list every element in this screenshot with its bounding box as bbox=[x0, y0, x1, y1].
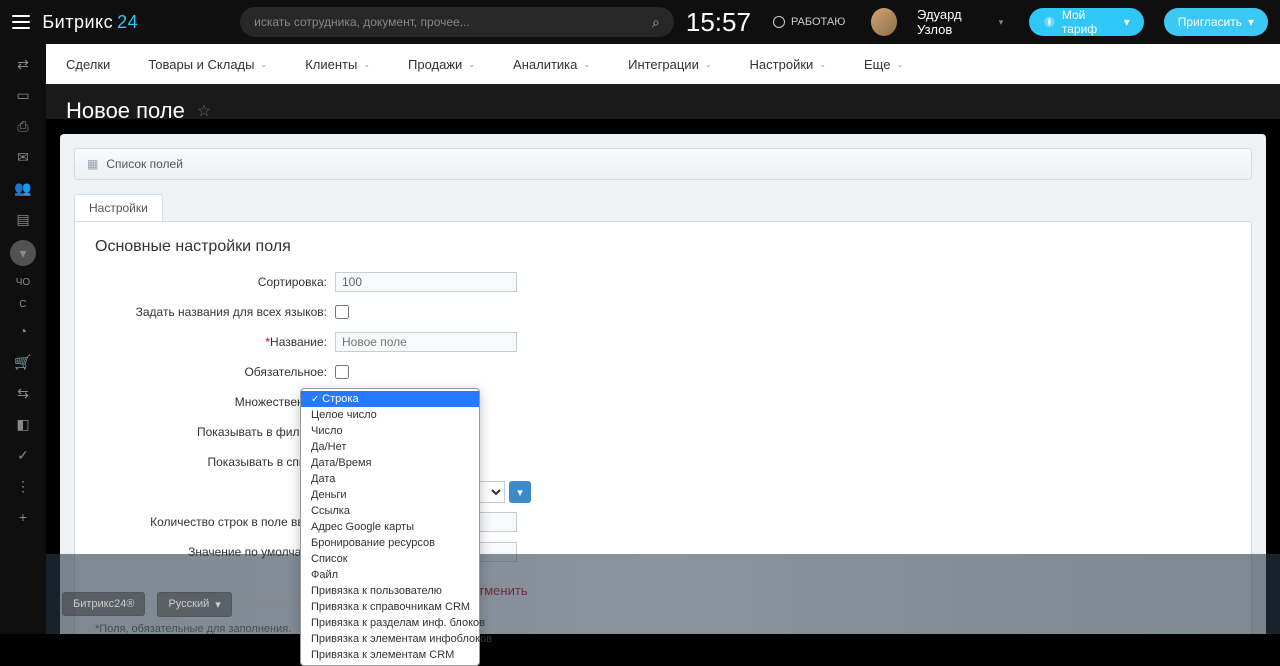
tab-settings[interactable]: Настройки bbox=[74, 194, 163, 221]
dropdown-option[interactable]: Да/Нет bbox=[301, 439, 479, 455]
sb-icon-people[interactable]: 👥 bbox=[13, 178, 33, 198]
logo[interactable]: Битрикс24 bbox=[42, 12, 138, 33]
dropdown-option[interactable]: Дата/Время bbox=[301, 455, 479, 471]
dropdown-option[interactable]: Дата bbox=[301, 471, 479, 487]
sb-icon-plus[interactable]: + bbox=[13, 507, 33, 527]
footer-badge[interactable]: Битрикс24® bbox=[62, 592, 145, 616]
label-name: *Название: bbox=[95, 335, 335, 349]
label-sort: Сортировка: bbox=[95, 275, 335, 289]
search-icon: ⌕ bbox=[652, 14, 660, 31]
username-menu[interactable]: Эдуард Узлов▾ bbox=[917, 7, 1003, 37]
chevron-down-icon: ▾ bbox=[1124, 15, 1130, 29]
dropdown-option[interactable]: Ссылка bbox=[301, 503, 479, 519]
chevron-down-icon: ⌄ bbox=[583, 60, 590, 69]
menu-item-4[interactable]: Аналитика⌄ bbox=[513, 57, 590, 72]
type-dropdown[interactable]: СтрокаЦелое числоЧислоДа/НетДата/ВремяДа… bbox=[300, 388, 480, 666]
star-icon[interactable]: ☆ bbox=[197, 101, 211, 121]
chevron-down-icon: ▾ bbox=[215, 598, 221, 611]
menu-item-0[interactable]: Сделки bbox=[66, 57, 110, 72]
chevron-down-icon: ⌄ bbox=[819, 60, 826, 69]
input-sort[interactable] bbox=[335, 272, 517, 292]
dropdown-option[interactable]: Привязка к справочникам CRM bbox=[301, 599, 479, 615]
sb-icon-cart[interactable]: 🛒 bbox=[13, 352, 33, 372]
chevron-down-icon: ⌄ bbox=[363, 60, 370, 69]
dropdown-option[interactable]: Целое число bbox=[301, 407, 479, 423]
list-header[interactable]: ▦ Список полей bbox=[74, 148, 1252, 180]
search-input[interactable] bbox=[254, 15, 652, 29]
dropdown-option[interactable]: Список bbox=[301, 551, 479, 567]
sb-icon-mail[interactable]: ✉ bbox=[13, 147, 33, 167]
page-title: Новое поле ☆ bbox=[46, 84, 1280, 134]
label-show-filter: Показывать в фильтре: bbox=[95, 425, 335, 439]
input-name[interactable] bbox=[335, 332, 517, 352]
label-rows: Количество строк в поле ввода: bbox=[95, 515, 335, 529]
chevron-down-icon: ▾ bbox=[999, 17, 1004, 28]
dropdown-option[interactable]: Привязка к пользователю bbox=[301, 583, 479, 599]
menu-item-6[interactable]: Настройки⌄ bbox=[750, 57, 826, 72]
status-dot-icon bbox=[773, 16, 785, 28]
menu-item-2[interactable]: Клиенты⌄ bbox=[305, 57, 370, 72]
dropdown-option[interactable]: Привязка к разделам инф. блоков bbox=[301, 615, 479, 631]
work-status[interactable]: РАБОТАЮ bbox=[773, 16, 845, 28]
sb-icon-print[interactable]: ⎙ bbox=[13, 116, 33, 136]
sb-icon-doc[interactable]: ▤ bbox=[13, 209, 33, 229]
sb-icon-funnel[interactable]: ▾ bbox=[10, 240, 36, 266]
chevron-down-icon: ⌄ bbox=[896, 60, 903, 69]
footer-lang[interactable]: Русский▾ bbox=[157, 592, 231, 617]
label-required: Обязательное: bbox=[95, 365, 335, 379]
chevron-down-icon: ⌄ bbox=[260, 60, 267, 69]
check-all-langs[interactable] bbox=[335, 305, 349, 319]
dropdown-option[interactable]: Бронирование ресурсов bbox=[301, 535, 479, 551]
sb-icon-check[interactable]: ✓ bbox=[13, 445, 33, 465]
dropdown-option[interactable]: Число bbox=[301, 423, 479, 439]
sb-text-1[interactable]: ЧО bbox=[16, 277, 30, 288]
grid-icon: ▦ bbox=[87, 157, 98, 171]
tariff-button[interactable]: Мой тариф▾ bbox=[1029, 8, 1143, 36]
menu-item-7[interactable]: Еще⌄ bbox=[864, 57, 903, 72]
form-title: Основные настройки поля bbox=[95, 238, 1231, 256]
dropdown-option[interactable]: Привязка к элементам инфоблоков bbox=[301, 631, 479, 647]
dropdown-option[interactable]: Привязка к элементам CRM bbox=[301, 647, 479, 663]
chevron-down-icon: ⌄ bbox=[468, 60, 475, 69]
menu-item-1[interactable]: Товары и Склады⌄ bbox=[148, 57, 267, 72]
dropdown-option[interactable]: Строка bbox=[301, 391, 479, 407]
menu-item-3[interactable]: Продажи⌄ bbox=[408, 57, 475, 72]
clock[interactable]: 15:57 bbox=[686, 7, 751, 38]
rocket-icon bbox=[1043, 15, 1056, 29]
label-all-langs: Задать названия для всех языков: bbox=[95, 305, 335, 319]
label-multiple: Множественное: bbox=[95, 395, 335, 409]
check-required[interactable] bbox=[335, 365, 349, 379]
invite-button[interactable]: Пригласить▾ bbox=[1164, 8, 1268, 36]
sb-icon-transfer[interactable]: ⇆ bbox=[13, 383, 33, 403]
avatar[interactable] bbox=[871, 8, 897, 36]
label-type: Тип: bbox=[95, 485, 335, 499]
dropdown-option[interactable]: Деньги bbox=[301, 487, 479, 503]
sb-icon-bot[interactable]: ◧ bbox=[13, 414, 33, 434]
sb-text-2[interactable]: С bbox=[19, 299, 26, 310]
sb-icon-dots[interactable]: ⋮ bbox=[13, 476, 33, 496]
dropdown-option[interactable]: Адрес Google карты bbox=[301, 519, 479, 535]
burger-menu[interactable] bbox=[12, 12, 30, 32]
type-action-button[interactable]: ▾ bbox=[509, 481, 531, 503]
dropdown-option[interactable]: Файл bbox=[301, 567, 479, 583]
menubar: Сделки Товары и Склады⌄ Клиенты⌄ Продажи⌄ Ан… bbox=[46, 44, 1280, 84]
menu-item-5[interactable]: Интеграции⌄ bbox=[628, 57, 711, 72]
chevron-down-icon: ⌄ bbox=[705, 60, 712, 69]
sb-icon-calendar[interactable]: ▭ bbox=[13, 85, 33, 105]
sb-icon-feed[interactable]: ⇄ bbox=[13, 54, 33, 74]
label-show-list: Показывать в списке: bbox=[95, 455, 335, 469]
sb-icon-speed[interactable]: ◔ bbox=[13, 321, 33, 341]
search-bar[interactable]: ⌕ bbox=[240, 7, 674, 37]
left-sidebar: ⇄ ▭ ⎙ ✉ 👥 ▤ ▾ ЧО С ◔ 🛒 ⇆ ◧ ✓ ⋮ + bbox=[0, 44, 46, 634]
chevron-down-icon: ▾ bbox=[1248, 15, 1254, 29]
